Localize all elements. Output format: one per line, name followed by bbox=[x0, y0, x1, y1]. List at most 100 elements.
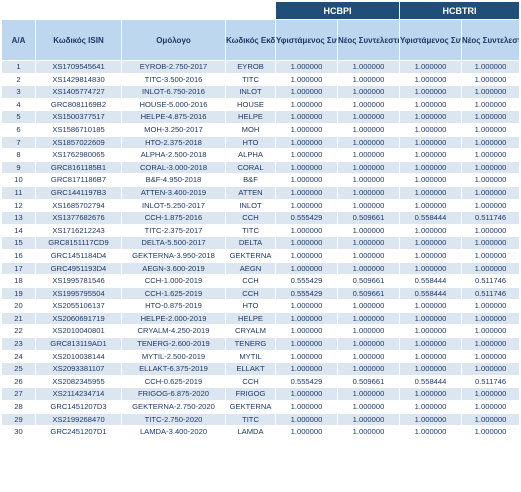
hcbpi-new-cell: 1.000000 bbox=[336, 72, 401, 87]
hcbtri-current-cell: 1.000000 bbox=[399, 198, 463, 213]
hcbtri-new-cell: 1.000000 bbox=[461, 412, 521, 427]
col-header-hcbtri-current: Υφιστάμενος Συντελεστής Στάθμισης bbox=[399, 19, 463, 61]
bond-cell: LAMDA-3.400-2020 bbox=[121, 425, 226, 439]
hcbtri-new-cell: 0.511746 bbox=[461, 274, 521, 288]
issuer-cell: GEKTERNA bbox=[225, 400, 276, 414]
hcbtri-current-cell: 1.000000 bbox=[399, 236, 463, 250]
hcbpi-new-cell: 1.000000 bbox=[336, 173, 401, 187]
bond-cell: MOH-3.250-2017 bbox=[121, 122, 226, 137]
issuer-cell: HELPE bbox=[225, 311, 276, 326]
aa-cell: 6 bbox=[1, 122, 36, 137]
hcbtri-new-cell: 1.000000 bbox=[461, 362, 521, 376]
issuer-cell: CCH bbox=[225, 274, 276, 288]
hcbpi-current-cell: 1.000000 bbox=[275, 148, 338, 162]
hcbpi-new-cell: 1.000000 bbox=[336, 425, 401, 439]
aa-cell: 17 bbox=[1, 261, 36, 276]
hcbtri-current-cell: 1.000000 bbox=[399, 387, 463, 402]
bond-cell: TITC-2.750-2020 bbox=[121, 412, 226, 427]
bond-cell: GEKTERNA-2.750-2020 bbox=[121, 400, 226, 414]
table-row: 23 GRC813119AD1 TENERG-2.600-2019 TENERG 1.0… bbox=[1, 337, 521, 351]
hcbtri-new-cell: 1.000000 bbox=[461, 198, 521, 213]
hcbtri-current-cell: 1.000000 bbox=[399, 400, 463, 414]
table-row: 15 GRC8151117CD9 DELTA-5.500-2017 DELTA 1.00… bbox=[1, 236, 521, 250]
isin-cell: GRC8151117CD9 bbox=[35, 236, 122, 250]
isin-cell: XS2082345955 bbox=[35, 374, 122, 389]
hcbpi-new-cell: 1.000000 bbox=[336, 148, 401, 162]
isin-cell: GRC1451207D3 bbox=[35, 400, 122, 414]
isin-cell: XS1586710185 bbox=[35, 122, 122, 137]
aa-cell: 10 bbox=[1, 173, 36, 187]
hcbpi-new-cell: 1.000000 bbox=[336, 236, 401, 250]
hcbpi-current-cell: 1.000000 bbox=[275, 362, 338, 376]
hcbpi-current-cell: 1.000000 bbox=[275, 299, 338, 313]
table-row: 11 GRC1441197B3 ATTEN-3.400-2019 ATTEN 1.000… bbox=[1, 185, 521, 200]
aa-cell: 25 bbox=[1, 362, 36, 376]
bond-cell: CRYALM-4.250-2019 bbox=[121, 324, 226, 339]
hcbtri-current-cell: 1.000000 bbox=[399, 110, 463, 124]
isin-cell: GRC1441197B3 bbox=[35, 185, 122, 200]
bond-cell: HTO-0.875-2019 bbox=[121, 299, 226, 313]
aa-cell: 22 bbox=[1, 324, 36, 339]
hcbtri-current-cell: 1.000000 bbox=[399, 349, 463, 364]
hcbtri-current-cell: 1.000000 bbox=[399, 185, 463, 200]
hcbpi-new-cell: 0.509661 bbox=[336, 274, 401, 288]
issuer-cell: GEKTERNA bbox=[225, 248, 276, 263]
hcbtri-new-cell: 1.000000 bbox=[461, 148, 521, 162]
hcbpi-current-cell: 0.555429 bbox=[275, 274, 338, 288]
issuer-cell: ALPHA bbox=[225, 148, 276, 162]
hcbpi-current-cell: 1.000000 bbox=[275, 223, 338, 238]
hcbtri-new-cell: 1.000000 bbox=[461, 72, 521, 87]
issuer-cell: FRIGOG bbox=[225, 387, 276, 402]
isin-cell: XS1995781546 bbox=[35, 274, 122, 288]
hcbpi-new-cell: 1.000000 bbox=[336, 85, 401, 99]
bond-cell: CCH-1.875-2016 bbox=[121, 211, 226, 225]
bond-cell: CCH-1.000-2019 bbox=[121, 274, 226, 288]
hcbpi-new-cell: 1.000000 bbox=[336, 362, 401, 376]
bond-cell: INLOT-5.250-2017 bbox=[121, 198, 226, 213]
hcbtri-new-cell: 1.000000 bbox=[461, 236, 521, 250]
bond-cell: TENERG-2.600-2019 bbox=[121, 337, 226, 351]
issuer-cell: AEGN bbox=[225, 261, 276, 276]
hcbpi-current-cell: 1.000000 bbox=[275, 72, 338, 87]
hcbtri-current-cell: 1.000000 bbox=[399, 148, 463, 162]
aa-cell: 20 bbox=[1, 299, 36, 313]
isin-cell: XS1709545641 bbox=[35, 60, 122, 74]
hcbpi-new-cell: 1.000000 bbox=[336, 135, 401, 150]
col-header-aa: A/A bbox=[1, 19, 36, 61]
table-row: 20 XS2055106137 HTO-0.875-2019 HTO 1.000000 1… bbox=[1, 299, 521, 313]
issuer-cell: INLOT bbox=[225, 198, 276, 213]
issuer-cell: CCH bbox=[225, 211, 276, 225]
hcbpi-new-cell: 1.000000 bbox=[336, 387, 401, 402]
table-row: 14 XS1716212243 TITC-2.375-2017 TITC 1.00000… bbox=[1, 223, 521, 238]
hcbtri-new-cell: 1.000000 bbox=[461, 349, 521, 364]
hcbpi-current-cell: 1.000000 bbox=[275, 198, 338, 213]
hcbpi-new-cell: 1.000000 bbox=[336, 110, 401, 124]
issuer-cell: HELPE bbox=[225, 110, 276, 124]
hcbpi-current-cell: 1.000000 bbox=[275, 160, 338, 175]
isin-cell: GRC8161185B1 bbox=[35, 160, 122, 175]
isin-cell: XS1685702794 bbox=[35, 198, 122, 213]
aa-cell: 24 bbox=[1, 349, 36, 364]
hcbtri-new-cell: 0.511746 bbox=[461, 374, 521, 389]
table-row: 9 GRC8161185B1 CORAL-3.000-2018 CORAL 1.0000… bbox=[1, 160, 521, 175]
hcbpi-current-cell: 1.000000 bbox=[275, 400, 338, 414]
hcbpi-new-cell: 1.000000 bbox=[336, 311, 401, 326]
hcbpi-current-cell: 0.555429 bbox=[275, 286, 338, 301]
aa-cell: 1 bbox=[1, 60, 36, 74]
isin-cell: GRC2451207D1 bbox=[35, 425, 122, 439]
bond-cell: HELPE-2.000-2019 bbox=[121, 311, 226, 326]
issuer-cell: HOUSE bbox=[225, 97, 276, 112]
hcbpi-current-cell: 1.000000 bbox=[275, 173, 338, 187]
column-header-row: A/A Κωδικός ISIN Ομόλογο Κωδικός Εκδότη … bbox=[1, 19, 521, 61]
hcbtri-new-cell: 1.000000 bbox=[461, 248, 521, 263]
hcbtri-current-cell: 1.000000 bbox=[399, 85, 463, 99]
table-row: 4 GRC8081169B2 HOUSE-5.000-2016 HOUSE 1.0000… bbox=[1, 97, 521, 112]
aa-cell: 13 bbox=[1, 211, 36, 225]
col-header-hcbtri-new: Νέος Συντελεστής Στάθμισης bbox=[461, 19, 521, 61]
hcbtri-current-cell: 1.000000 bbox=[399, 311, 463, 326]
hcbpi-new-cell: 1.000000 bbox=[336, 412, 401, 427]
hcbtri-current-cell: 1.000000 bbox=[399, 223, 463, 238]
bond-cell: ELLAKT-6.375-2019 bbox=[121, 362, 226, 376]
aa-cell: 19 bbox=[1, 286, 36, 301]
table-row: 1 XS1709545641 EYROB-2.750-2017 EYROB 1.0000… bbox=[1, 60, 521, 74]
